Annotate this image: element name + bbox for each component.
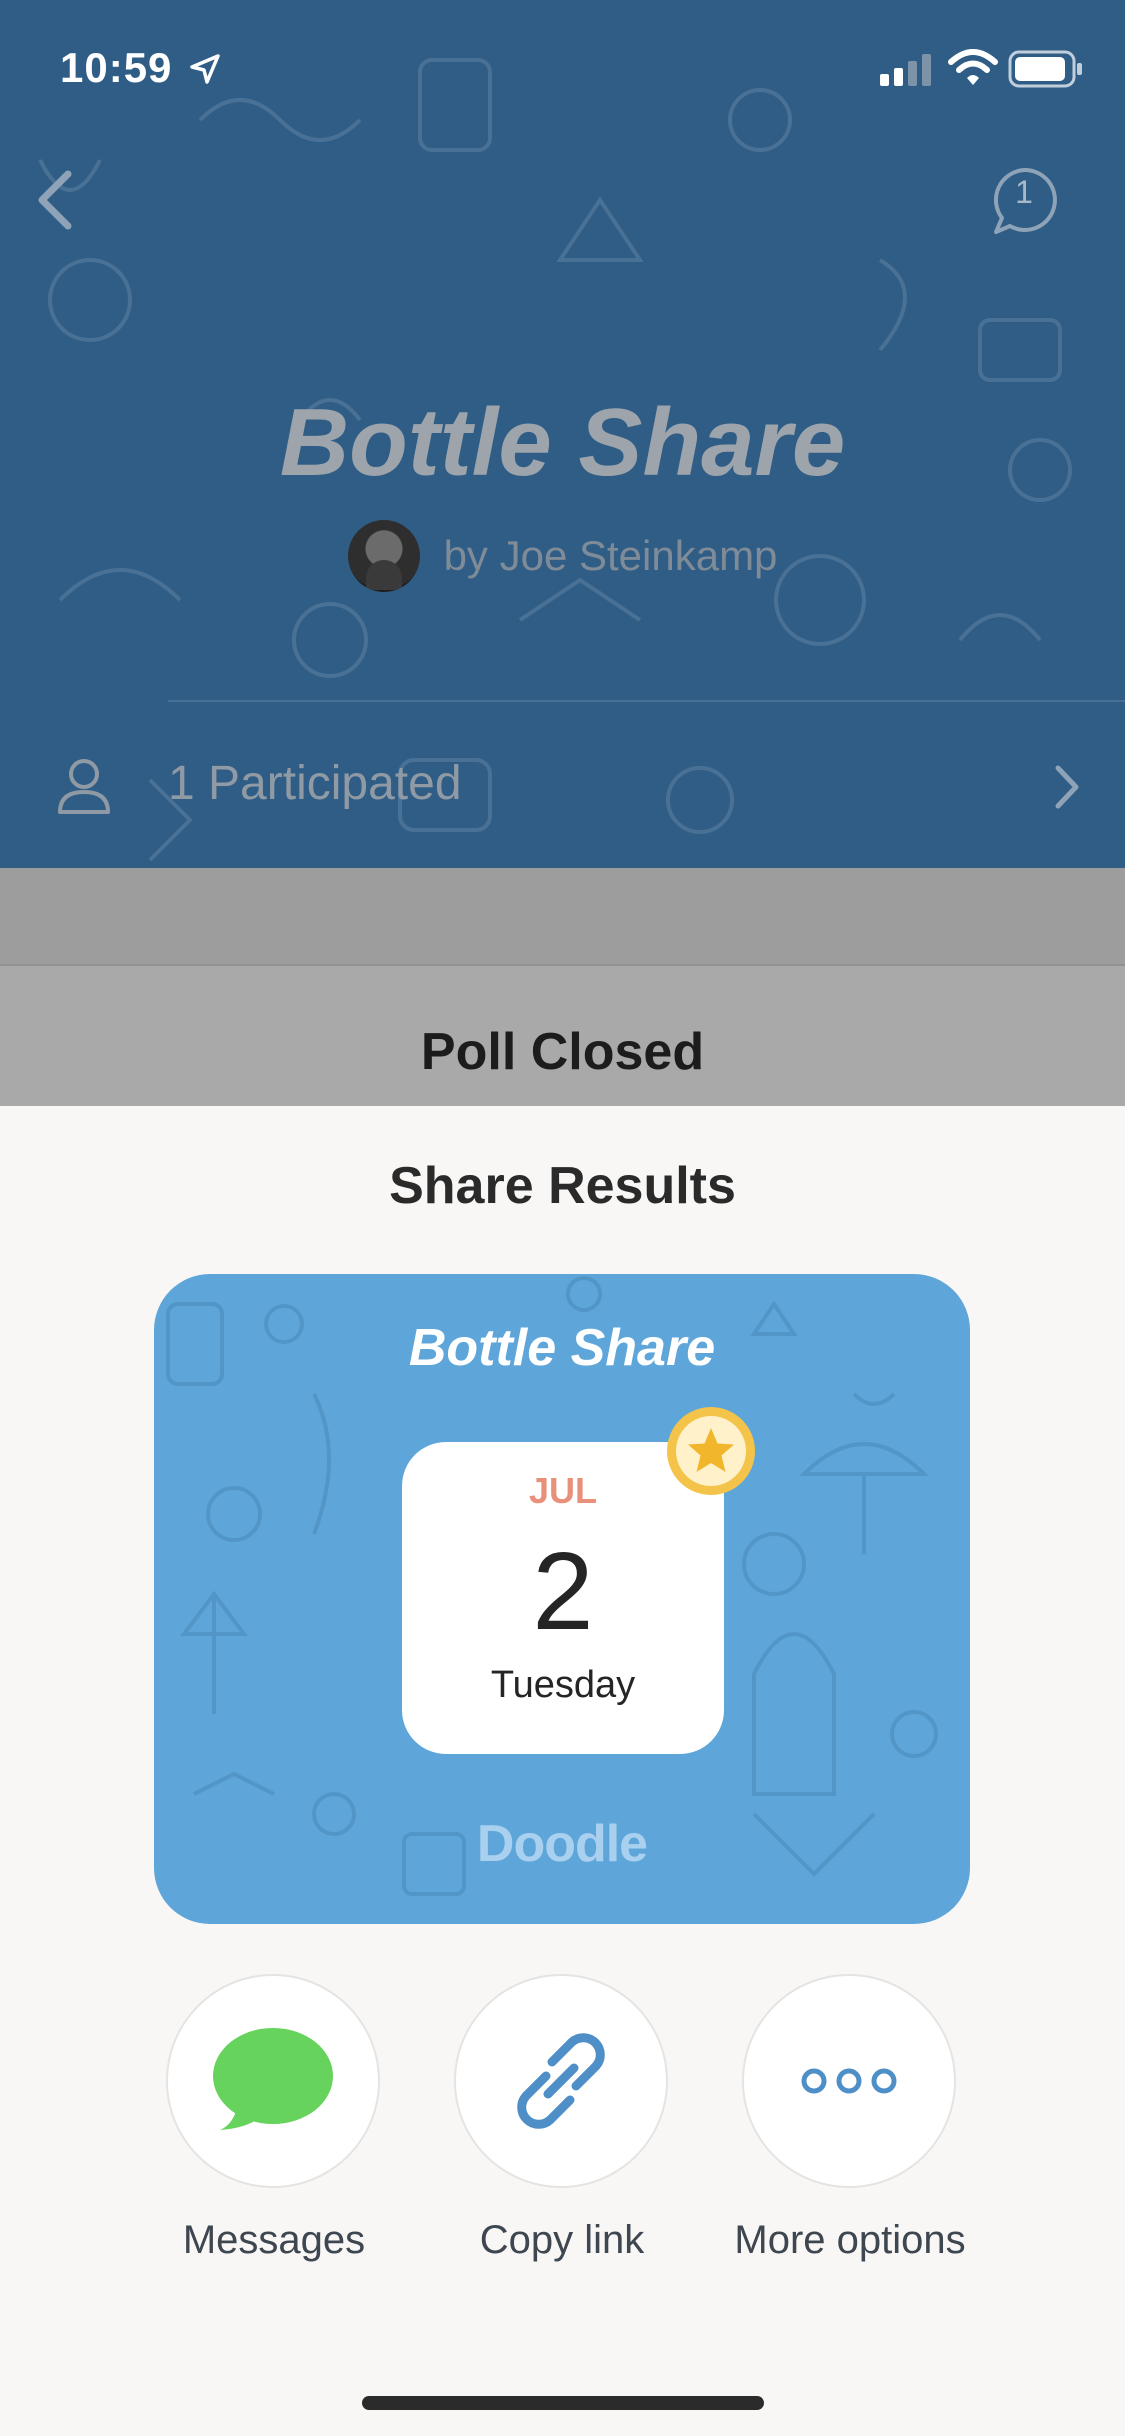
share-results-screen: 10:59 1 Bottle Share by Joe Steinkamp 1 …	[0, 0, 1125, 2436]
wifi-icon	[948, 49, 998, 85]
divider	[168, 700, 1125, 702]
share-option-circle[interactable]	[742, 1974, 956, 2188]
brand-logo: Doodle	[476, 1815, 648, 1873]
battery-icon	[1008, 50, 1082, 88]
share-options: Messages Copy link More options	[0, 1974, 1125, 2294]
copy-link-button[interactable]: Copy link	[432, 1974, 692, 2294]
status-time: 10:59	[60, 44, 173, 91]
cellular-signal-icon	[880, 54, 931, 86]
share-option-label: More options	[734, 2218, 966, 2262]
share-messages-button[interactable]: Messages	[144, 1974, 404, 2294]
dimmed-band	[0, 868, 1125, 964]
author-name: by Joe Steinkamp	[443, 532, 778, 579]
poll-status-label: Poll Closed	[420, 1023, 705, 1081]
back-button[interactable]	[20, 160, 90, 240]
participants-row[interactable]: 1 Participated	[0, 720, 1125, 848]
share-option-circle[interactable]	[454, 1974, 668, 2188]
sheet-title: Share Results	[389, 1157, 736, 1215]
share-option-label: Messages	[182, 2218, 366, 2262]
poll-title: Bottle Share	[279, 389, 846, 496]
person-icon	[58, 759, 110, 814]
home-indicator[interactable]	[362, 2396, 764, 2410]
chevron-right-icon	[1055, 765, 1079, 809]
share-preview-card: Bottle Share JUL 2 Tuesday Doodle	[154, 1274, 970, 1924]
comments-button[interactable]: 1	[990, 166, 1066, 242]
more-dots-icon	[801, 2068, 897, 2094]
link-icon	[517, 2033, 605, 2129]
share-sheet: Share Results Bottle Share JUL 2 Tuesday	[0, 1106, 1125, 2436]
date-day: 2	[532, 1530, 594, 1653]
author-row: by Joe Steinkamp	[0, 520, 1125, 592]
comments-count: 1	[1015, 174, 1033, 210]
location-arrow-icon	[190, 54, 220, 84]
share-option-label: Copy link	[479, 2218, 645, 2262]
star-icon	[667, 1407, 755, 1495]
card-title: Bottle Share	[408, 1319, 716, 1377]
poll-header: 10:59 1 Bottle Share by Joe Steinkamp 1 …	[0, 0, 1125, 868]
date-weekday: Tuesday	[490, 1664, 636, 1706]
more-options-button[interactable]: More options	[720, 1974, 980, 2294]
participants-label: 1 Participated	[168, 757, 462, 810]
share-option-circle[interactable]	[166, 1974, 380, 2188]
messages-bubble-icon	[213, 2028, 333, 2130]
avatar	[347, 520, 420, 592]
status-bar: 10:59	[0, 0, 1125, 140]
